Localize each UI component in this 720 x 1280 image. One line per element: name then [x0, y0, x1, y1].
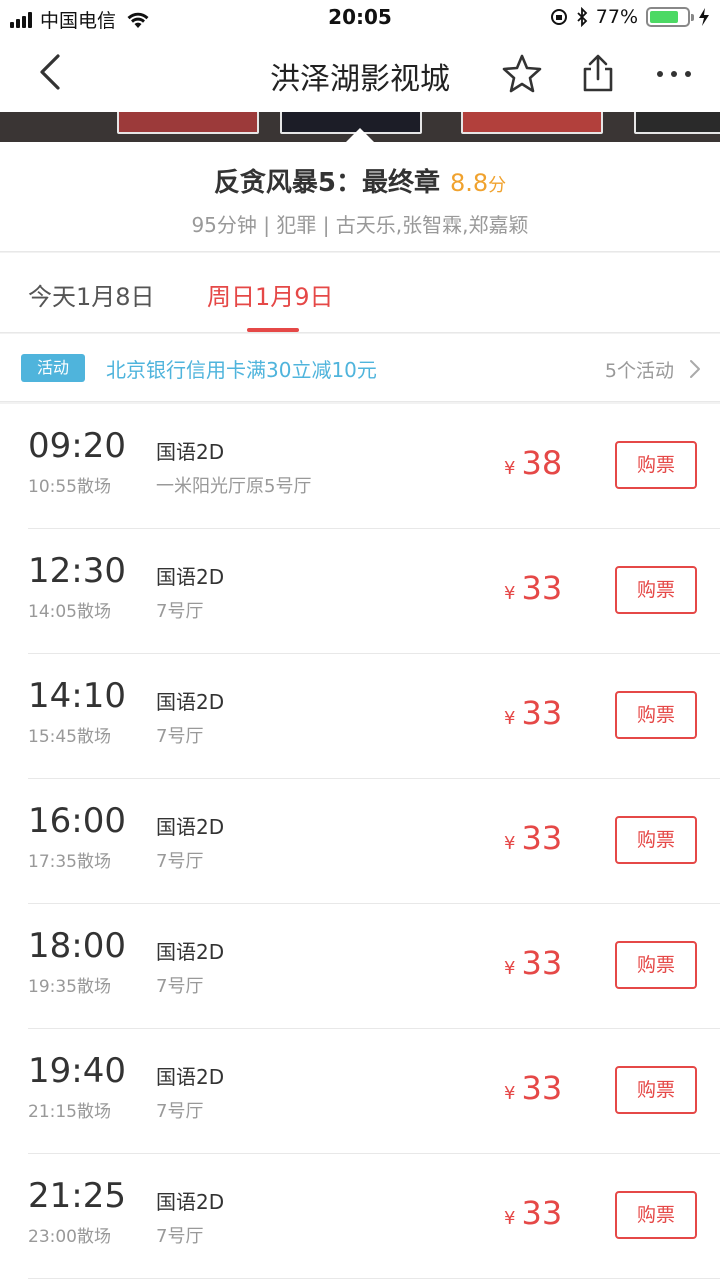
- end-time: 21:15散场: [28, 1102, 111, 1122]
- ticket-price: ¥33: [504, 944, 562, 982]
- language-format: 国语2D: [156, 440, 225, 464]
- showtime-row[interactable]: 14:10 15:45散场 国语2D 7号厅 ¥33 购票: [0, 654, 720, 779]
- start-time: 21:25: [28, 1176, 126, 1216]
- ticket-price: ¥38: [504, 444, 562, 482]
- bluetooth-icon: [577, 7, 588, 27]
- more-icon[interactable]: [652, 52, 696, 96]
- chevron-right-icon[interactable]: [688, 358, 702, 380]
- buy-ticket-button[interactable]: 购票: [615, 1066, 697, 1114]
- language-format: 国语2D: [156, 940, 225, 964]
- score-unit: 分: [488, 175, 507, 196]
- currency-symbol: ¥: [504, 458, 516, 479]
- start-time: 18:00: [28, 926, 126, 966]
- showtime-row[interactable]: 16:00 17:35散场 国语2D 7号厅 ¥33 购票: [0, 779, 720, 904]
- buy-ticket-button[interactable]: 购票: [615, 441, 697, 489]
- price-amount: 33: [521, 1069, 563, 1107]
- end-time: 15:45散场: [28, 727, 111, 747]
- battery-percent: 77%: [595, 6, 638, 28]
- ticket-price: ¥33: [504, 694, 562, 732]
- poster-thumbnail[interactable]: [461, 112, 603, 134]
- battery-icon: [646, 7, 694, 27]
- currency-symbol: ¥: [504, 1208, 516, 1229]
- buy-ticket-button[interactable]: 购票: [615, 566, 697, 614]
- buy-ticket-button[interactable]: 购票: [615, 941, 697, 989]
- ticket-price: ¥33: [504, 1069, 562, 1107]
- back-chevron-icon[interactable]: [30, 50, 74, 94]
- ticket-price: ¥33: [504, 1194, 562, 1232]
- tab-sunday[interactable]: 周日1月9日: [207, 277, 334, 312]
- poster-thumbnail[interactable]: [117, 112, 259, 134]
- price-amount: 33: [521, 1194, 563, 1232]
- showtime-row[interactable]: 21:25 23:00散场 国语2D 7号厅 ¥33 购票: [0, 1154, 720, 1279]
- showtime-row[interactable]: 18:00 19:35散场 国语2D 7号厅 ¥33 购票: [0, 904, 720, 1029]
- start-time: 14:10: [28, 676, 126, 716]
- end-time: 23:00散场: [28, 1227, 111, 1247]
- hall-name: 一米阳光厅原5号厅: [156, 476, 312, 497]
- language-format: 国语2D: [156, 815, 225, 839]
- ticket-price: ¥33: [504, 569, 562, 607]
- hall-name: 7号厅: [156, 976, 204, 997]
- end-time: 10:55散场: [28, 477, 111, 497]
- movie-info: 反贪风暴5：最终章 8.8分 95分钟 | 犯罪 | 古天乐,张智霖,郑嘉颖: [0, 142, 720, 252]
- orientation-lock-icon: [550, 9, 567, 25]
- movie-score: 8.8: [449, 169, 489, 197]
- hall-name: 7号厅: [156, 1226, 204, 1247]
- showtime-row[interactable]: 19:40 21:15散场 国语2D 7号厅 ¥33 购票: [0, 1029, 720, 1154]
- start-time: 16:00: [28, 801, 126, 841]
- movie-meta: 95分钟 | 犯罪 | 古天乐,张智霖,郑嘉颖: [191, 213, 529, 237]
- nav-bar: 洪泽湖影视城: [0, 36, 720, 112]
- language-format: 国语2D: [156, 1065, 225, 1089]
- status-bar: 中国电信 20:05 77%: [0, 0, 720, 36]
- date-tabs: 今天1月8日 周日1月9日: [0, 253, 720, 333]
- ticket-price: ¥33: [504, 819, 562, 857]
- currency-symbol: ¥: [504, 708, 516, 729]
- promo-count[interactable]: 5个活动: [605, 356, 674, 383]
- end-time: 17:35散场: [28, 852, 111, 872]
- hall-name: 7号厅: [156, 601, 204, 622]
- showtime-list: 09:20 10:55散场 国语2D 一米阳光厅原5号厅 ¥38 购票 12:30 14:05…: [0, 404, 720, 1280]
- currency-symbol: ¥: [504, 583, 516, 604]
- start-time: 19:40: [28, 1051, 126, 1091]
- poster-thumbnail[interactable]: [634, 112, 720, 134]
- price-amount: 33: [521, 569, 563, 607]
- hall-name: 7号厅: [156, 851, 204, 872]
- promo-bar[interactable]: 活动 北京银行信用卡满30立减10元 5个活动: [0, 334, 720, 402]
- price-amount: 38: [521, 444, 563, 482]
- end-time: 14:05散场: [28, 602, 111, 622]
- showtime-row[interactable]: 09:20 10:55散场 国语2D 一米阳光厅原5号厅 ¥38 购票: [0, 404, 720, 529]
- movie-title: 反贪风暴5：最终章: [213, 168, 440, 198]
- row-divider: [28, 1278, 720, 1279]
- charging-icon: [699, 8, 709, 26]
- price-amount: 33: [521, 819, 563, 857]
- active-tab-indicator: [247, 328, 299, 332]
- star-icon[interactable]: [500, 52, 544, 96]
- buy-ticket-button[interactable]: 购票: [615, 1191, 697, 1239]
- showtime-row[interactable]: 12:30 14:05散场 国语2D 7号厅 ¥33 购票: [0, 529, 720, 654]
- language-format: 国语2D: [156, 690, 225, 714]
- currency-symbol: ¥: [504, 1083, 516, 1104]
- promo-text: 北京银行信用卡满30立减10元: [106, 358, 377, 382]
- language-format: 国语2D: [156, 1190, 225, 1214]
- currency-symbol: ¥: [504, 958, 516, 979]
- end-time: 19:35散场: [28, 977, 111, 997]
- hall-name: 7号厅: [156, 1101, 204, 1122]
- price-amount: 33: [521, 694, 563, 732]
- hall-name: 7号厅: [156, 726, 204, 747]
- selection-pointer: [346, 128, 374, 142]
- tab-today[interactable]: 今天1月8日: [28, 277, 155, 312]
- buy-ticket-button[interactable]: 购票: [615, 816, 697, 864]
- language-format: 国语2D: [156, 565, 225, 589]
- price-amount: 33: [521, 944, 563, 982]
- promo-badge: 活动: [21, 354, 85, 382]
- currency-symbol: ¥: [504, 833, 516, 854]
- share-icon[interactable]: [576, 52, 620, 96]
- start-time: 09:20: [28, 426, 126, 466]
- start-time: 12:30: [28, 551, 126, 591]
- buy-ticket-button[interactable]: 购票: [615, 691, 697, 739]
